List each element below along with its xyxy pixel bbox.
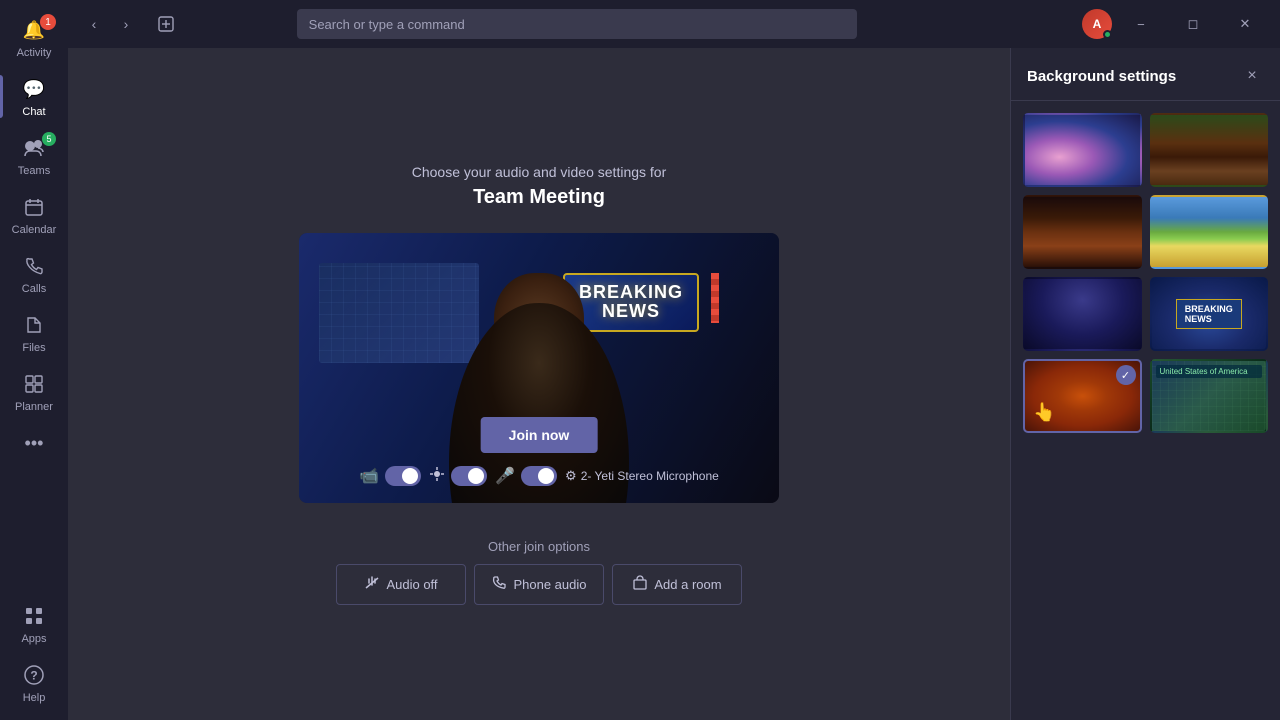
maximize-button[interactable]: ◻ (1170, 8, 1216, 40)
other-join-title: Other join options (336, 539, 742, 554)
meeting-header: Choose your audio and video settings for… (412, 164, 667, 209)
video-icon: 📹 (359, 466, 379, 486)
video-toggle-group: 📹 (359, 466, 421, 486)
bg-thumb-studio1[interactable] (1023, 277, 1142, 351)
gear-icon: ⚙ (565, 468, 577, 484)
breaking-stripe (711, 273, 719, 323)
planner-icon (20, 370, 48, 398)
sidebar-item-more[interactable]: ••• (0, 421, 68, 465)
sidebar-item-label: Files (22, 342, 45, 354)
sidebar-item-files[interactable]: Files (0, 303, 68, 362)
bg-close-button[interactable]: × (1240, 64, 1264, 88)
search-placeholder: Search or type a command (309, 17, 465, 32)
chat-icon: 💬 (20, 75, 48, 103)
mic-toggle-group: 🎤 (495, 466, 557, 486)
audio-off-label: Audio off (386, 577, 437, 592)
sidebar-item-label: Calendar (12, 224, 57, 236)
video-preview: BREAKINGNEWS Join now 📹 (299, 233, 779, 503)
search-bar[interactable]: Search or type a command (297, 9, 857, 39)
device-selector[interactable]: ⚙ 2- Yeti Stereo Microphone (565, 468, 719, 484)
effects-toggle-group (429, 466, 487, 487)
sidebar-item-label: Apps (21, 633, 46, 645)
activity-badge: 1 (40, 14, 56, 30)
more-icon: ••• (20, 429, 48, 457)
close-button[interactable]: ✕ (1222, 8, 1268, 40)
compose-button[interactable] (152, 10, 180, 38)
titlebar-navigation: ‹ › (80, 10, 140, 38)
meeting-subtitle: Choose your audio and video settings for (412, 164, 667, 180)
effects-toggle[interactable] (451, 466, 487, 486)
phone-audio-button[interactable]: Phone audio (474, 564, 604, 605)
calendar-icon (20, 193, 48, 221)
audio-off-icon (364, 575, 380, 594)
phone-audio-icon (491, 575, 507, 594)
add-room-button[interactable]: Add a room (612, 564, 742, 605)
help-icon: ? (20, 661, 48, 689)
sidebar-item-chat[interactable]: 💬 Chat (0, 67, 68, 126)
bg-thumb-street[interactable] (1023, 195, 1142, 269)
titlebar: ‹ › Search or type a command A − ◻ ✕ (68, 0, 1280, 48)
bg-panel-header: Background settings × (1011, 48, 1280, 101)
bg-thumb-newsdesk[interactable]: BREAKINGNEWS (1150, 277, 1269, 351)
forward-button[interactable]: › (112, 10, 140, 38)
effects-icon (429, 466, 445, 487)
breaking-news-text: BREAKINGNEWS (579, 283, 683, 323)
back-button[interactable]: ‹ (80, 10, 108, 38)
sidebar-item-teams[interactable]: 5 Teams (0, 126, 68, 185)
bg-grid: BREAKINGNEWS ✓ 👆 United States of Americ… (1011, 101, 1280, 445)
sidebar-item-help[interactable]: ? Help (0, 653, 68, 712)
sidebar-item-label: Activity (17, 47, 52, 59)
titlebar-right-actions: A − ◻ ✕ (1082, 8, 1268, 40)
map-overlay (319, 263, 479, 363)
files-icon (20, 311, 48, 339)
controls-bar: 📹 🎤 ⚙ (299, 466, 779, 487)
bg-thumb-pizza[interactable]: ✓ 👆 (1023, 359, 1142, 433)
cursor-indicator: 👆 (1033, 402, 1055, 423)
sidebar-item-label: Help (23, 692, 46, 704)
join-options-row: Audio off Phone audio Add a room (336, 564, 742, 605)
svg-text:?: ? (30, 669, 37, 683)
sidebar: 🔔 1 Activity 💬 Chat 5 Teams Cale (0, 0, 68, 720)
minimize-button[interactable]: − (1118, 8, 1164, 40)
sidebar-item-calls[interactable]: Calls (0, 244, 68, 303)
sidebar-item-calendar[interactable]: Calendar (0, 185, 68, 244)
online-status-dot (1103, 30, 1112, 39)
bg-thumb-map[interactable]: United States of America (1150, 359, 1269, 433)
sidebar-item-label: Teams (18, 165, 50, 177)
phone-audio-label: Phone audio (513, 577, 586, 592)
background-settings-panel: Background settings × BREAKINGNEWS ✓ 👆 U… (1010, 48, 1280, 720)
join-now-button[interactable]: Join now (481, 417, 598, 453)
calls-icon (20, 252, 48, 280)
selected-check-icon: ✓ (1116, 365, 1136, 385)
sidebar-item-planner[interactable]: Planner (0, 362, 68, 421)
bg-thumb-canyon[interactable] (1150, 113, 1269, 187)
add-room-label: Add a room (654, 577, 721, 592)
mic-toggle[interactable] (521, 466, 557, 486)
other-join-options: Other join options Audio off Phone audi (336, 539, 742, 605)
meeting-title: Team Meeting (412, 186, 667, 209)
sidebar-item-label: Calls (22, 283, 46, 295)
bg-panel-title: Background settings (1027, 68, 1176, 85)
audio-off-button[interactable]: Audio off (336, 564, 466, 605)
sidebar-item-label: Chat (22, 106, 45, 118)
bg-thumb-galaxy[interactable] (1023, 113, 1142, 187)
sidebar-item-activity[interactable]: 🔔 1 Activity (0, 8, 68, 67)
video-toggle[interactable] (385, 466, 421, 486)
add-room-icon (632, 575, 648, 594)
mic-icon: 🎤 (495, 466, 515, 486)
teams-badge: 5 (42, 132, 56, 146)
apps-icon (20, 602, 48, 630)
user-avatar[interactable]: A (1082, 9, 1112, 39)
device-label: 2- Yeti Stereo Microphone (581, 469, 719, 483)
sidebar-item-label: Planner (15, 401, 53, 413)
sidebar-item-apps[interactable]: Apps (0, 594, 68, 653)
bg-thumb-cartoon[interactable] (1150, 195, 1269, 269)
main-content: Choose your audio and video settings for… (68, 48, 1010, 720)
